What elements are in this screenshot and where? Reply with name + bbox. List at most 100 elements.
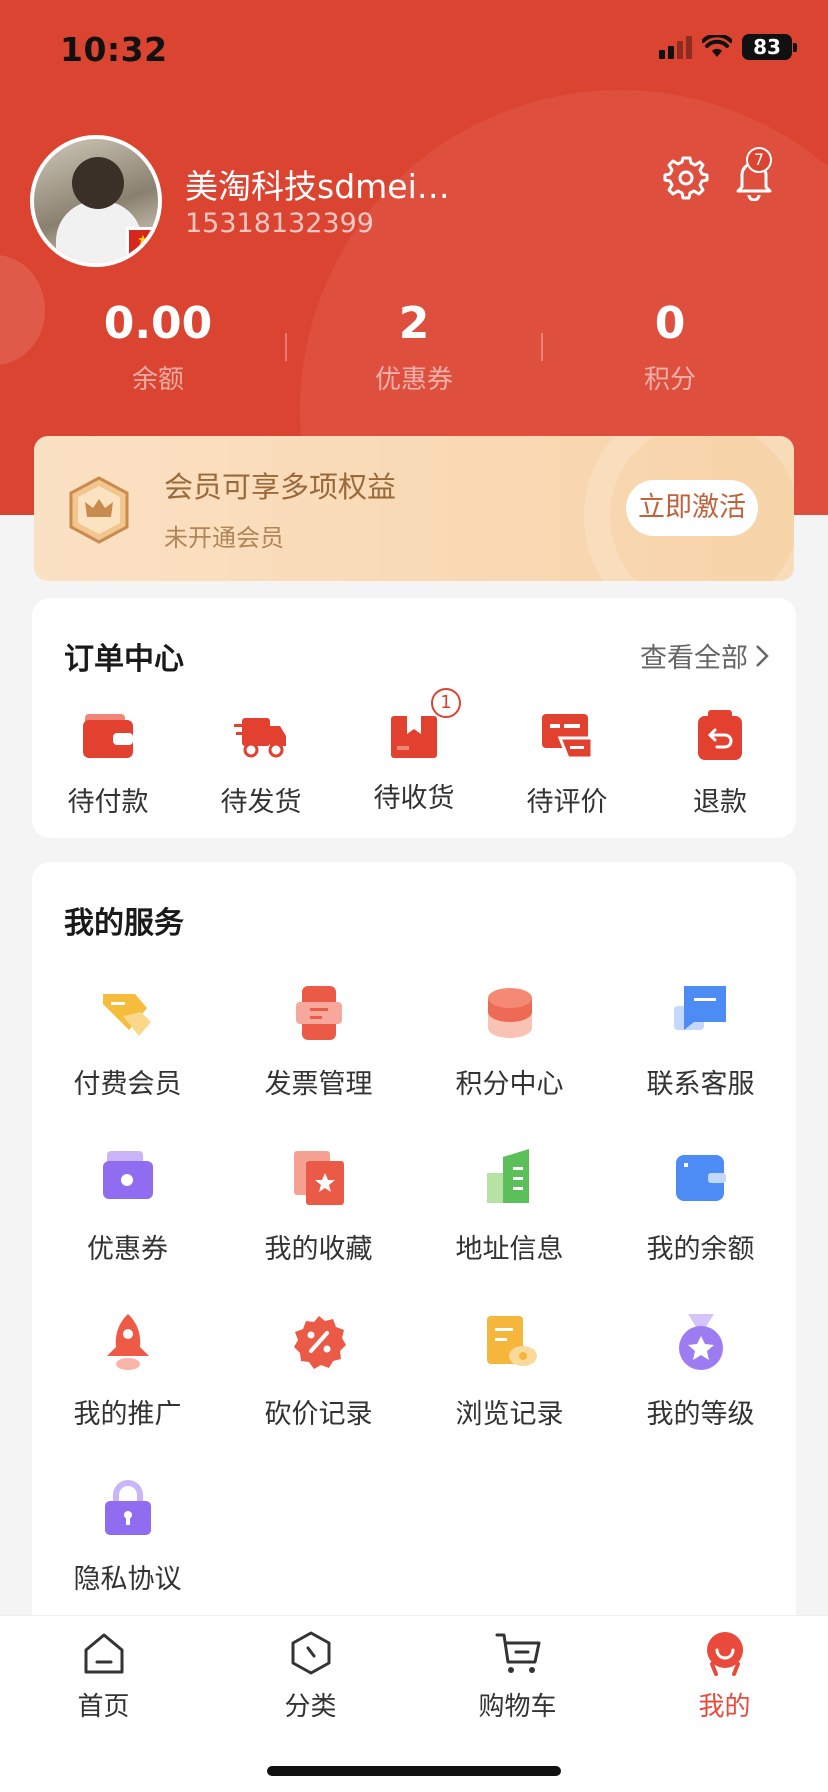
service-favorites[interactable]: 我的收藏 (223, 1147, 414, 1266)
activate-button[interactable]: 立即激活 (626, 480, 758, 536)
service-label: 积分中心 (455, 1069, 564, 1100)
my-services-card: 我的服务 付费会员 发票管理 积分中心 联系客服 优惠券 我的收藏 地址信息 我… (32, 862, 796, 1722)
stat-value: 0.00 (103, 298, 213, 349)
service-my-level[interactable]: 我的等级 (605, 1312, 796, 1431)
box-icon (391, 716, 437, 758)
order-center-card: 订单中心 查看全部 待付款 待发货 1 待收货 待评价 退款 (32, 598, 796, 838)
member-status: 未开通会员 (164, 524, 284, 552)
order-label: 待付款 (67, 787, 149, 818)
tab-label: 首页 (77, 1692, 130, 1722)
service-points-center[interactable]: 积分中心 (414, 982, 605, 1101)
wifi-icon (702, 35, 732, 57)
building-icon (486, 1149, 529, 1203)
medal-icon (678, 1314, 723, 1370)
user-name[interactable]: 美淘科技sdmei… (185, 160, 465, 208)
gear-icon (663, 156, 709, 200)
tab-mine[interactable]: 我的 (621, 1630, 828, 1723)
stat-label: 积分 (643, 365, 696, 395)
vip-tag-icon (102, 994, 151, 1036)
home-indicator[interactable] (267, 1766, 561, 1776)
order-pending-review[interactable]: 待评价 (491, 708, 643, 819)
chevron-right-icon (756, 644, 769, 667)
stat-label: 余额 (131, 365, 184, 395)
favorite-icon (293, 1151, 344, 1205)
balance-wallet-icon (675, 1155, 726, 1201)
coin-stack-icon (487, 988, 532, 1038)
stat-value: 2 (398, 298, 430, 349)
crown-badge-icon (69, 476, 129, 544)
status-icons: 83 (659, 34, 797, 60)
service-label: 付费会员 (73, 1069, 182, 1100)
order-label: 退款 (693, 787, 747, 818)
notification-badge: 7 (746, 147, 772, 173)
flag-icon: ★ (126, 227, 158, 257)
service-label: 浏览记录 (455, 1399, 564, 1430)
service-label: 我的余额 (646, 1234, 755, 1265)
chat-icon (673, 986, 726, 1030)
notification-button[interactable]: 7 (730, 147, 778, 202)
service-bargain-records[interactable]: 砍价记录 (223, 1312, 414, 1431)
truck-icon (234, 718, 286, 758)
section-title: 我的服务 (64, 906, 184, 941)
invoice-icon (295, 986, 342, 1040)
stat-label: 优惠券 (374, 365, 453, 395)
service-label: 隐私协议 (73, 1564, 182, 1595)
tab-label: 购物车 (478, 1692, 557, 1722)
service-privacy-policy[interactable]: 隐私协议 (32, 1477, 223, 1596)
order-label: 待发货 (220, 787, 302, 818)
service-browse-history[interactable]: 浏览记录 (414, 1312, 605, 1431)
lock-icon (104, 1480, 151, 1535)
service-label: 我的等级 (646, 1399, 755, 1430)
profile-header: ★ 美淘科技sdmei… 15318132399 7 (30, 135, 798, 267)
tab-category[interactable]: 分类 (207, 1630, 414, 1723)
wallet-icon (83, 714, 133, 758)
service-label: 发票管理 (264, 1069, 373, 1100)
stat-balance[interactable]: 0.00 余额 (30, 295, 286, 396)
view-all-orders-link[interactable]: 查看全部 (640, 636, 770, 675)
discount-icon (293, 1316, 346, 1369)
service-label: 地址信息 (455, 1234, 564, 1265)
service-label: 优惠券 (87, 1234, 168, 1265)
status-bar: 10:32 83 (0, 0, 828, 98)
service-my-balance[interactable]: 我的余额 (605, 1147, 796, 1266)
signal-icon (659, 35, 692, 59)
account-stats: 0.00 余额 2 优惠券 0 积分 (0, 295, 828, 405)
battery-icon: 83 (742, 34, 797, 60)
stat-points[interactable]: 0 积分 (542, 295, 798, 396)
comment-icon (542, 714, 594, 760)
order-pending-receipt[interactable]: 1 待收货 (338, 688, 490, 815)
status-time: 10:32 (60, 30, 168, 69)
service-customer-support[interactable]: 联系客服 (605, 982, 796, 1101)
avatar[interactable]: ★ (30, 135, 162, 267)
home-icon (84, 1633, 123, 1674)
service-paid-membership[interactable]: 付费会员 (32, 982, 223, 1101)
order-refund[interactable]: 退款 (644, 708, 796, 819)
tab-home[interactable]: 首页 (0, 1630, 207, 1723)
order-label: 待收货 (373, 783, 455, 814)
profile-icon (706, 1632, 743, 1676)
stat-coupons[interactable]: 2 优惠券 (286, 295, 542, 396)
settings-button[interactable] (662, 153, 710, 201)
service-label: 我的推广 (73, 1399, 182, 1430)
history-icon (486, 1316, 537, 1366)
service-promotion[interactable]: 我的推广 (32, 1312, 223, 1431)
section-title: 订单中心 (64, 642, 184, 677)
service-address[interactable]: 地址信息 (414, 1147, 605, 1266)
service-invoice[interactable]: 发票管理 (223, 982, 414, 1101)
order-pending-payment[interactable]: 待付款 (32, 708, 184, 819)
service-label: 我的收藏 (264, 1234, 373, 1265)
user-phone: 15318132399 (185, 208, 374, 239)
order-pending-shipment[interactable]: 待发货 (185, 708, 337, 819)
order-count-badge: 1 (431, 688, 461, 718)
view-all-label: 查看全部 (640, 643, 748, 674)
coupon-icon (102, 1151, 153, 1199)
service-label: 砍价记录 (264, 1399, 373, 1430)
cart-icon (495, 1633, 540, 1673)
refund-icon (698, 710, 742, 760)
membership-card[interactable]: 会员可享多项权益 未开通会员 立即激活 (34, 436, 794, 581)
rocket-icon (106, 1314, 149, 1370)
profile-page: 10:32 83 ★ 美淘科技sdmei… 15318132399 7 0.00… (0, 0, 828, 1792)
service-coupons[interactable]: 优惠券 (32, 1147, 223, 1266)
tab-cart[interactable]: 购物车 (414, 1630, 621, 1723)
member-title: 会员可享多项权益 (164, 470, 397, 504)
